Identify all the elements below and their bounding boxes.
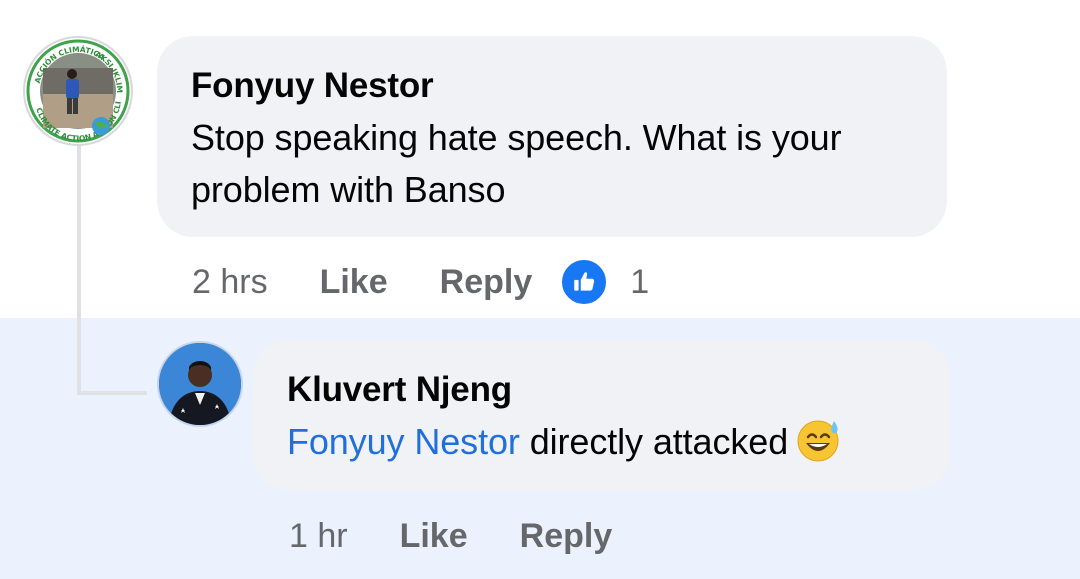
- reply-text: Fonyuy Nestor directly attacked: [287, 416, 916, 468]
- reaction-count[interactable]: 1: [630, 263, 649, 302]
- reply-button[interactable]: Reply: [440, 263, 533, 302]
- comment-text: Stop speaking hate speech. What is your …: [191, 117, 842, 210]
- comment-timestamp[interactable]: 2 hrs: [192, 263, 268, 302]
- comment-author[interactable]: Fonyuy Nestor: [191, 66, 913, 106]
- profile-photo: [159, 343, 241, 425]
- like-button[interactable]: Like: [400, 517, 468, 556]
- like-button[interactable]: Like: [320, 263, 388, 302]
- thread-line: [77, 146, 81, 395]
- reply-bubble: Kluvert Njeng Fonyuy Nestor directly att…: [253, 340, 950, 490]
- reply-text-body: directly attacked: [519, 421, 789, 462]
- reply-button[interactable]: Reply: [520, 517, 613, 556]
- reply-timestamp[interactable]: 1 hr: [289, 517, 348, 556]
- grinning-sweat-emoji-icon: [797, 420, 839, 462]
- comment-actions: 2 hrs Like Reply 1: [192, 258, 649, 306]
- thread-line-branch: [77, 391, 147, 395]
- mention-link[interactable]: Fonyuy Nestor: [287, 421, 520, 462]
- avatar-kluvert-njeng[interactable]: [157, 341, 243, 427]
- avatar-fonyuy-nestor[interactable]: ACCIÓN CLIMÁTICA AKSI IKLIM CLIMATE ACTI…: [23, 36, 133, 146]
- comment-bubble: Fonyuy Nestor Stop speaking hate speech.…: [157, 36, 947, 237]
- thumbs-up-icon[interactable]: [560, 258, 609, 306]
- climate-action-frame-avatar: ACCIÓN CLIMÁTICA AKSI IKLIM CLIMATE ACTI…: [25, 38, 130, 143]
- reply-actions: 1 hr Like Reply: [289, 512, 664, 560]
- reply-author[interactable]: Kluvert Njeng: [287, 370, 916, 410]
